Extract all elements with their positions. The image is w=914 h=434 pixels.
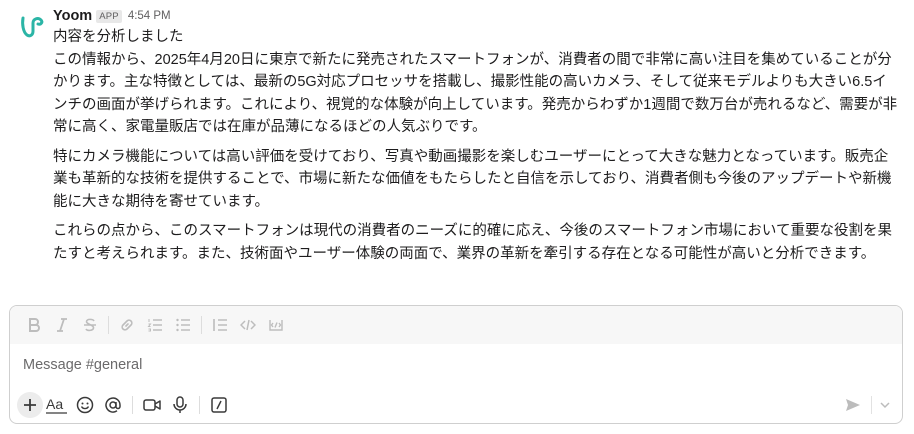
- formatting-toolbar: [10, 306, 902, 344]
- yoom-logo-icon[interactable]: [14, 8, 50, 44]
- message-paragraph: これらの点から、このスマートフォンは現代の消費者のニーズに的確に応え、今後のスマ…: [53, 223, 892, 262]
- emoji-icon[interactable]: [71, 391, 99, 419]
- strikethrough-icon[interactable]: [76, 311, 104, 339]
- toolbar-divider: [132, 395, 133, 414]
- send-controls: [839, 391, 894, 419]
- message-paragraph: この情報から、2025年4月20日に東京で新たに発売されたスマートフォンが、消費…: [53, 51, 898, 136]
- link-icon[interactable]: [113, 311, 141, 339]
- sender-name[interactable]: Yoom: [53, 8, 92, 24]
- code-block-icon[interactable]: [262, 311, 290, 339]
- message-timestamp[interactable]: 4:54 PM: [128, 10, 171, 22]
- bold-icon[interactable]: [20, 311, 48, 339]
- toolbar-divider: [108, 316, 109, 334]
- send-icon[interactable]: [839, 391, 867, 419]
- code-icon[interactable]: [234, 311, 262, 339]
- message: Yoom APP 4:54 PM 内容を分析しました この情報から、2025年4…: [0, 0, 914, 296]
- bullet-list-icon[interactable]: [169, 311, 197, 339]
- formatting-icon[interactable]: Aa: [43, 391, 71, 419]
- message-paragraph: 内容を分析しました: [53, 29, 184, 45]
- video-icon[interactable]: [138, 391, 166, 419]
- message-text: 内容を分析しました この情報から、2025年4月20日に東京で新たに発売されたス…: [53, 26, 899, 265]
- send-divider: [871, 395, 872, 414]
- svg-text:Aa: Aa: [46, 396, 63, 412]
- message-paragraph: 特にカメラ機能については高い評価を受けており、写真や動画撮影を楽しむユーザーにと…: [53, 148, 892, 210]
- italic-icon[interactable]: [48, 311, 76, 339]
- composer-actions: Aa: [10, 386, 902, 423]
- chevron-down-icon[interactable]: [876, 391, 894, 419]
- toolbar-divider: [199, 395, 200, 414]
- app-badge: APP: [96, 9, 122, 23]
- message-body: Yoom APP 4:54 PM 内容を分析しました この情報から、2025年4…: [53, 6, 899, 265]
- mention-icon[interactable]: [99, 391, 127, 419]
- ordered-list-icon[interactable]: [141, 311, 169, 339]
- blockquote-icon[interactable]: [206, 311, 234, 339]
- plus-icon[interactable]: [17, 391, 43, 418]
- message-input[interactable]: Message #general: [10, 344, 902, 386]
- microphone-icon[interactable]: [166, 391, 194, 419]
- message-composer: Message #general Aa: [9, 305, 903, 424]
- toolbar-divider: [201, 316, 202, 334]
- message-header: Yoom APP 4:54 PM: [53, 6, 899, 26]
- slash-command-icon[interactable]: [205, 391, 233, 419]
